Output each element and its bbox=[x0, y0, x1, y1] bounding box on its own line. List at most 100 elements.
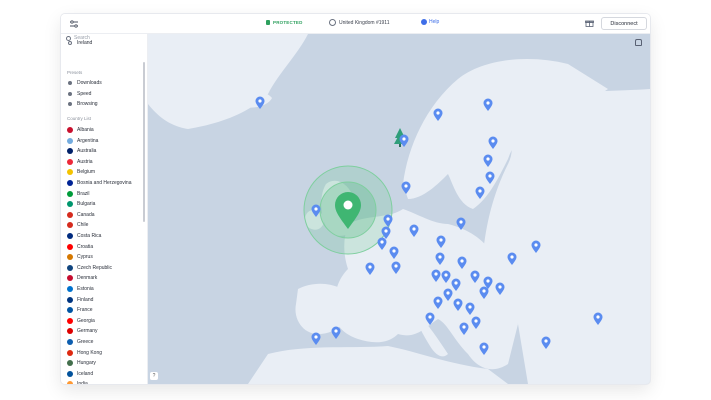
flag-icon bbox=[67, 328, 73, 335]
preset-item-speed[interactable]: Speed bbox=[67, 89, 91, 99]
menu-icon[interactable] bbox=[69, 19, 79, 29]
preset-icon bbox=[68, 91, 72, 96]
country-item-australia[interactable]: Australia bbox=[67, 146, 96, 156]
country-item-argentina[interactable]: Argentina bbox=[67, 136, 98, 146]
server-pin-icon[interactable] bbox=[255, 96, 265, 110]
flag-icon bbox=[67, 169, 73, 176]
map-graphic bbox=[148, 34, 650, 384]
country-label: Iceland bbox=[77, 370, 94, 377]
disconnect-button[interactable]: Disconnect bbox=[601, 17, 647, 30]
flag-icon bbox=[67, 360, 73, 367]
globe-icon bbox=[329, 19, 336, 26]
country-label: Austria bbox=[77, 158, 93, 165]
server-pin-icon[interactable] bbox=[311, 332, 321, 346]
country-label: Denmark bbox=[77, 275, 98, 282]
help-link[interactable]: Help bbox=[421, 19, 439, 25]
status-text: PROTECTED bbox=[273, 20, 303, 25]
country-label: Canada bbox=[77, 211, 95, 218]
flag-icon bbox=[67, 317, 73, 324]
country-item-chile[interactable]: Chile bbox=[67, 220, 88, 230]
flag-icon bbox=[67, 307, 73, 314]
flag-icon bbox=[67, 296, 73, 303]
country-item-austria[interactable]: Austria bbox=[67, 157, 93, 167]
flag-icon bbox=[67, 264, 73, 271]
country-item-india[interactable]: India bbox=[67, 379, 88, 384]
protection-status: PROTECTED bbox=[266, 20, 303, 25]
notification-icon[interactable] bbox=[635, 39, 642, 46]
preset-item-downloads[interactable]: Downloads bbox=[67, 78, 102, 88]
country-item-iceland[interactable]: Iceland bbox=[67, 369, 93, 379]
country-label: Chile bbox=[77, 222, 89, 229]
country-item-denmark[interactable]: Denmark bbox=[67, 273, 97, 283]
country-item-canada[interactable]: Canada bbox=[67, 210, 95, 220]
country-label: Hong Kong bbox=[77, 349, 103, 356]
country-item-finland[interactable]: Finland bbox=[67, 295, 93, 305]
flag-icon bbox=[67, 201, 73, 208]
country-label: Costa Rica bbox=[77, 233, 102, 239]
lock-icon bbox=[266, 20, 270, 25]
country-label: Germany bbox=[77, 328, 98, 335]
flag-icon bbox=[67, 190, 73, 197]
country-label: Argentina bbox=[77, 137, 99, 144]
country-item-hong-kong[interactable]: Hong Kong bbox=[67, 348, 102, 358]
country-label: Finland bbox=[77, 296, 94, 303]
country-item-cyprus[interactable]: Cyprus bbox=[67, 252, 93, 262]
country-label: Hungary bbox=[77, 360, 96, 367]
country-item-bosnia-and-herzegovina[interactable]: Bosnia and Herzegovina bbox=[67, 178, 131, 188]
country-label: Bosnia and Herzegovina bbox=[77, 180, 132, 186]
country-item-costa-rica[interactable]: Costa Rica bbox=[67, 231, 101, 241]
country-item-bulgaria[interactable]: Bulgaria bbox=[67, 199, 95, 209]
country-label: France bbox=[77, 307, 93, 314]
country-item-belgium[interactable]: Belgium bbox=[67, 167, 95, 177]
preset-icon bbox=[68, 102, 72, 106]
map-info-button[interactable]: ? bbox=[150, 372, 158, 380]
preset-label: Browsing bbox=[77, 101, 98, 107]
server-name: United Kingdom #1911 bbox=[339, 19, 390, 26]
country-label: Australia bbox=[77, 148, 97, 155]
preset-label: Speed bbox=[77, 90, 92, 97]
country-item-georgia[interactable]: Georgia bbox=[67, 316, 95, 326]
flag-icon bbox=[67, 137, 73, 144]
country-item-germany[interactable]: Germany bbox=[67, 326, 98, 336]
flag-icon bbox=[67, 254, 73, 261]
ireland-icon bbox=[68, 41, 72, 45]
country-item-france[interactable]: France bbox=[67, 305, 93, 315]
sidebar: Search Ireland Presets Downloads Speed Bro… bbox=[61, 34, 148, 384]
flag-icon bbox=[67, 180, 73, 186]
country-item-czech-republic[interactable]: Czech Republic bbox=[67, 263, 112, 273]
country-label: Czech Republic bbox=[77, 264, 113, 271]
country-label: Bulgaria bbox=[77, 201, 96, 208]
flag-icon bbox=[67, 381, 73, 384]
country-item-estonia[interactable]: Estonia bbox=[67, 284, 94, 294]
country-label: Estonia bbox=[77, 286, 94, 292]
server-selector[interactable]: United Kingdom #1911 bbox=[329, 19, 390, 26]
flag-icon bbox=[67, 370, 73, 377]
country-label: Georgia bbox=[77, 317, 95, 324]
country-label: Greece bbox=[77, 339, 94, 345]
country-label: Albania bbox=[77, 127, 94, 133]
top-bar: PROTECTED United Kingdom #1911 Help Disc… bbox=[61, 14, 650, 34]
sidebar-scrollbar[interactable] bbox=[143, 62, 145, 222]
country-label: Belgium bbox=[77, 169, 96, 176]
preset-item-browsing[interactable]: Browsing bbox=[67, 99, 98, 109]
country-label: Brazil bbox=[77, 190, 90, 197]
country-item-albania[interactable]: Albania bbox=[67, 125, 94, 135]
presets-label: Presets bbox=[67, 70, 83, 75]
world-map[interactable]: ? bbox=[148, 34, 650, 384]
sidebar-item-label: Ireland bbox=[77, 40, 93, 46]
flag-icon bbox=[67, 243, 73, 250]
preset-label: Downloads bbox=[77, 80, 102, 86]
country-item-croatia[interactable]: Croatia bbox=[67, 242, 93, 252]
gift-icon[interactable] bbox=[585, 19, 594, 27]
country-item-hungary[interactable]: Hungary bbox=[67, 358, 96, 368]
country-item-brazil[interactable]: Brazil bbox=[67, 189, 90, 199]
server-pin-icon[interactable] bbox=[331, 326, 341, 340]
country-item-greece[interactable]: Greece bbox=[67, 337, 93, 347]
help-label: Help bbox=[429, 19, 440, 25]
sidebar-item-ireland[interactable]: Ireland bbox=[67, 38, 92, 48]
greenland-landmass bbox=[148, 34, 308, 129]
flag-icon bbox=[67, 127, 73, 133]
flag-icon bbox=[67, 233, 73, 239]
country-label: India bbox=[77, 381, 88, 384]
flag-icon bbox=[67, 349, 73, 356]
